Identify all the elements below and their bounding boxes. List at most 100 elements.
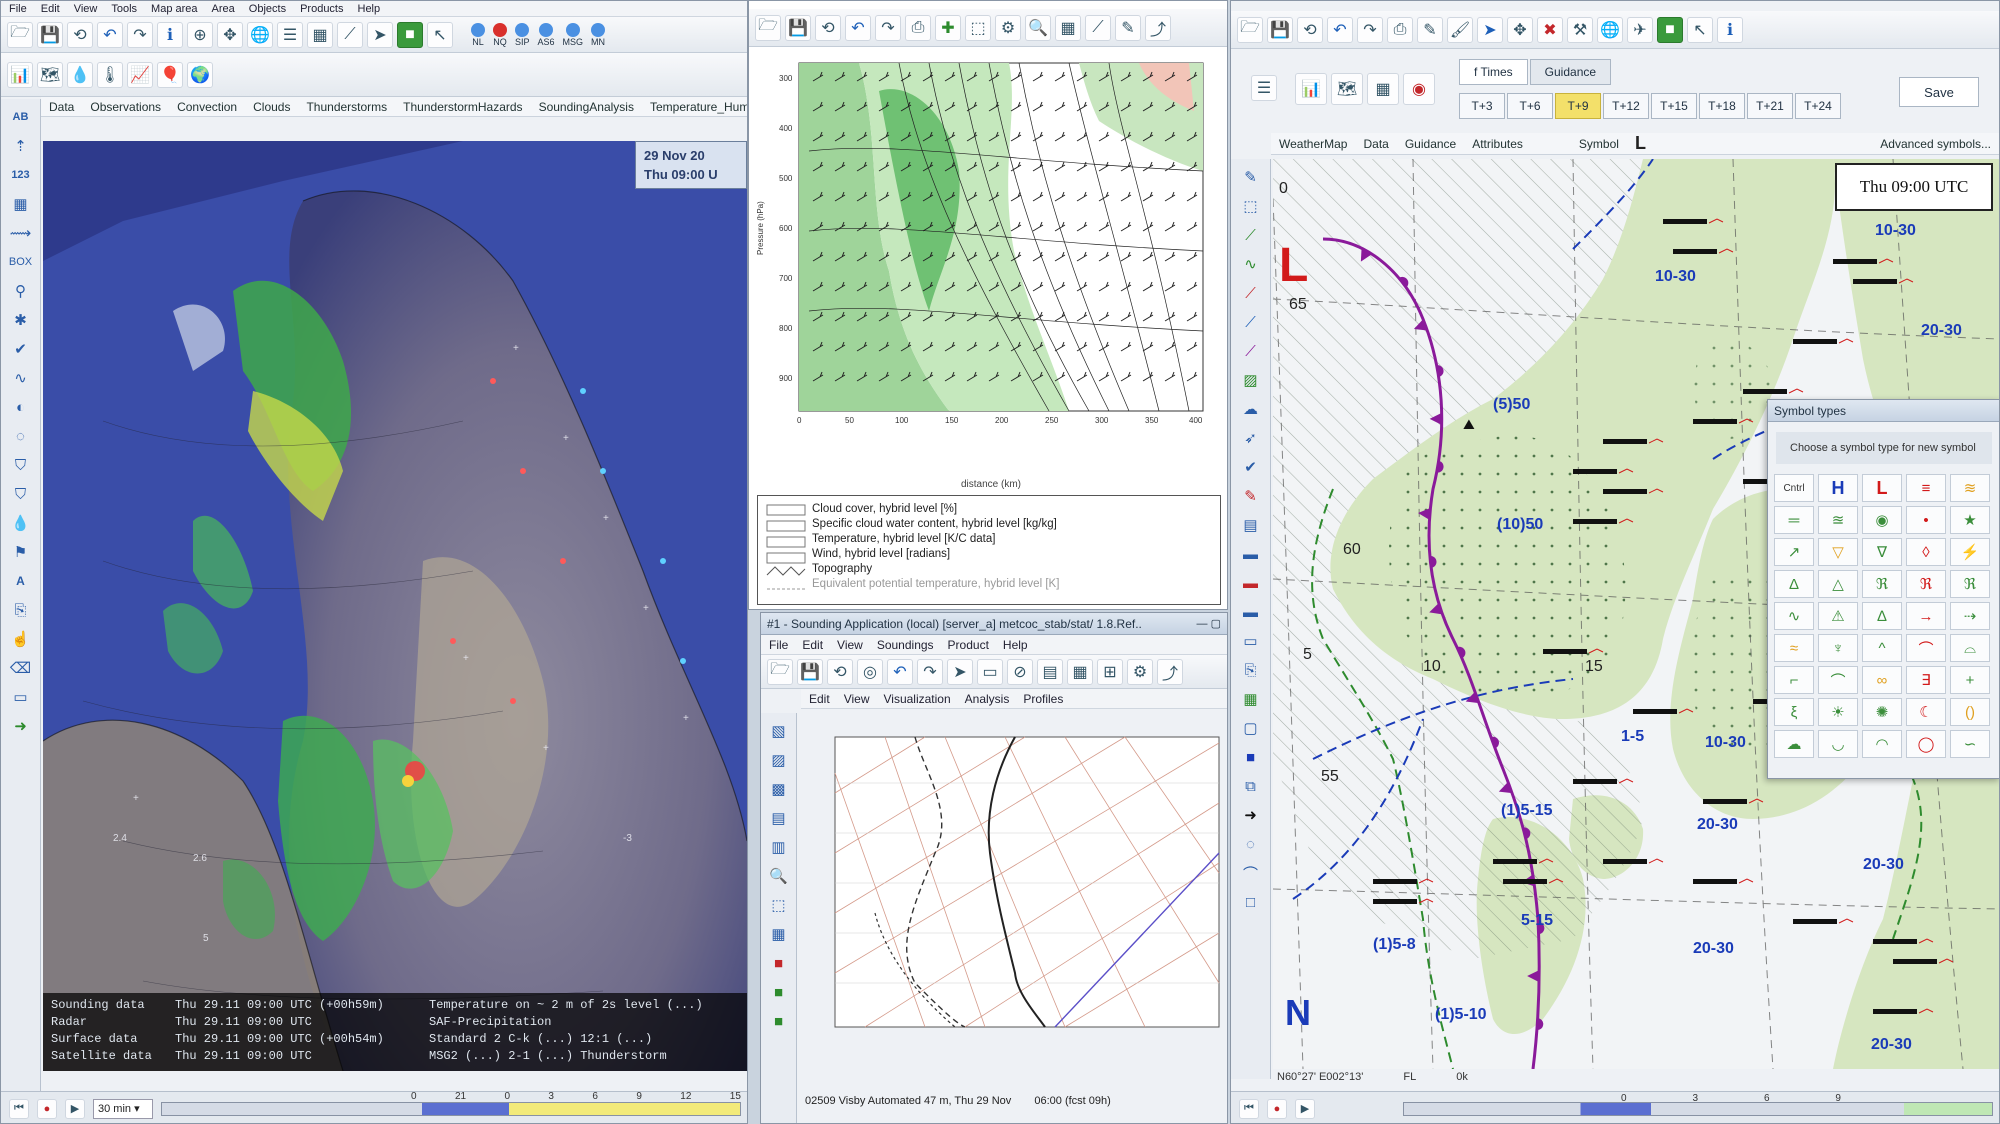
snd-table-icon[interactable]: ⊞ bbox=[1097, 658, 1123, 685]
wm-tool-fill-icon[interactable]: ■ bbox=[1237, 745, 1265, 769]
product-icon-3[interactable]: 💧 bbox=[67, 61, 93, 88]
cs-zoom-icon[interactable]: 🔍 bbox=[1025, 14, 1051, 41]
snd-export-icon[interactable]: ⤴ bbox=[1157, 658, 1183, 685]
cs-grid-icon[interactable]: ▦ bbox=[1055, 14, 1081, 41]
globe-icon[interactable]: 🌐 bbox=[247, 21, 273, 48]
wm-fly-icon[interactable]: ✈ bbox=[1627, 16, 1653, 43]
wm-pen-icon[interactable]: ✎ bbox=[1417, 16, 1443, 43]
snd-save-icon[interactable]: 💾 bbox=[797, 658, 823, 685]
tool-circle-icon[interactable]: ◌ bbox=[7, 424, 35, 448]
open-icon[interactable]: 🗁 bbox=[7, 21, 33, 48]
undo-icon[interactable]: ↶ bbox=[97, 21, 123, 48]
tool-pin-icon[interactable]: ⚲ bbox=[7, 279, 35, 303]
symbol-cell[interactable]: ∇ bbox=[1862, 538, 1902, 566]
snd-submenu-visualization[interactable]: Visualization bbox=[883, 692, 950, 706]
time-tab-0[interactable]: f Times bbox=[1459, 59, 1528, 85]
snd-submenu-view[interactable]: View bbox=[844, 692, 870, 706]
tab-observations[interactable]: Observations bbox=[90, 100, 161, 114]
menu-item-view[interactable]: View bbox=[74, 3, 98, 15]
symbol-cell[interactable]: ^ bbox=[1862, 634, 1902, 662]
cs-open-icon[interactable]: 🗁 bbox=[755, 14, 781, 41]
symbol-cell[interactable]: ▽ bbox=[1818, 538, 1858, 566]
symbol-cell[interactable]: ☾ bbox=[1906, 698, 1946, 726]
right-tab-guidance[interactable]: Guidance bbox=[1405, 137, 1456, 151]
menu-item-products[interactable]: Products bbox=[300, 3, 343, 15]
redo-icon[interactable]: ↷ bbox=[127, 21, 153, 48]
tool-check-icon[interactable]: ✔ bbox=[7, 337, 35, 361]
menu-item-map-area[interactable]: Map area bbox=[151, 3, 197, 15]
symbol-cell[interactable]: ◠ bbox=[1862, 730, 1902, 758]
right-tab-attributes[interactable]: Attributes bbox=[1472, 137, 1523, 151]
snd-zoom-icon[interactable]: 🔍 bbox=[765, 864, 793, 888]
wm-pan-icon[interactable]: ✥ bbox=[1507, 16, 1533, 43]
mode-indicator-nl[interactable]: NL bbox=[471, 22, 485, 47]
symbol-cell[interactable]: ⌒ bbox=[1818, 666, 1858, 694]
wm-tool-lasso-icon[interactable]: ◌ bbox=[1237, 832, 1265, 856]
wm-info-icon[interactable]: ℹ bbox=[1717, 16, 1743, 43]
product-icon-5[interactable]: 📈 bbox=[127, 61, 153, 88]
tool-pointer-icon[interactable]: ☝ bbox=[7, 627, 35, 651]
wm-tool-pen-icon[interactable]: ✎ bbox=[1237, 484, 1265, 508]
symbol-cell[interactable]: H bbox=[1818, 474, 1858, 502]
symbol-cell[interactable]: ⌒ bbox=[1906, 634, 1946, 662]
wm-tool-front2-icon[interactable]: ⟋ bbox=[1237, 310, 1265, 334]
symbol-cell[interactable]: ∃ bbox=[1906, 666, 1946, 694]
snd-menu-edit[interactable]: Edit bbox=[802, 638, 823, 652]
wm-prod3-icon[interactable]: ▦ bbox=[1367, 73, 1399, 105]
cs-refresh-icon[interactable]: ⟲ bbox=[815, 14, 841, 41]
tab-clouds[interactable]: Clouds bbox=[253, 100, 290, 114]
tool-ab-icon[interactable]: AB bbox=[7, 105, 35, 129]
wm-tool-cursor-icon[interactable]: ✎ bbox=[1237, 165, 1265, 189]
time-step-tplus3[interactable]: T+3 bbox=[1459, 93, 1505, 119]
symbol-cell[interactable]: ≊ bbox=[1818, 506, 1858, 534]
symbol-cell[interactable]: ξ bbox=[1774, 698, 1814, 726]
menu-item-tools[interactable]: Tools bbox=[111, 3, 137, 15]
wm-tool-blank-icon[interactable]: □ bbox=[1237, 890, 1265, 914]
tool-wind-icon[interactable]: ⟿ bbox=[7, 221, 35, 245]
wm-undo-icon[interactable]: ↶ bbox=[1327, 16, 1353, 43]
cs-tool-icon[interactable]: ✎ bbox=[1115, 14, 1141, 41]
refresh-icon[interactable]: ⟲ bbox=[67, 21, 93, 48]
tool-shield-icon[interactable]: ⛉ bbox=[7, 453, 35, 477]
cs-export-icon[interactable]: ⤴ bbox=[1145, 14, 1171, 41]
cs-settings-icon[interactable]: ⚙ bbox=[995, 14, 1021, 41]
layers-icon[interactable]: ☰ bbox=[277, 21, 303, 48]
menu-item-file[interactable]: File bbox=[9, 3, 27, 15]
cs-measure-icon[interactable]: ⟋ bbox=[1085, 14, 1111, 41]
wm-tool-frame-icon[interactable]: ▢ bbox=[1237, 716, 1265, 740]
save-button[interactable]: Save bbox=[1899, 77, 1979, 107]
wm-open-icon[interactable]: 🗁 bbox=[1237, 16, 1263, 43]
wm-tool-check-icon[interactable]: ✔ bbox=[1237, 455, 1265, 479]
skew-t-diagram[interactable] bbox=[805, 733, 1225, 1043]
time-step-tplus24[interactable]: T+24 bbox=[1795, 93, 1841, 119]
tab-data[interactable]: Data bbox=[49, 100, 74, 114]
snd-redo-icon[interactable]: ↷ bbox=[917, 658, 943, 685]
tab-soundinganalysis[interactable]: SoundingAnalysis bbox=[539, 100, 634, 114]
time-step-tplus12[interactable]: T+12 bbox=[1603, 93, 1649, 119]
right-tab-data[interactable]: Data bbox=[1363, 137, 1388, 151]
wm-tool-icon[interactable]: ⚒ bbox=[1567, 16, 1593, 43]
measure-icon[interactable]: ⟋ bbox=[337, 21, 363, 48]
wm-tool-copy-icon[interactable]: ⎘ bbox=[1237, 658, 1265, 682]
wm-arrow-icon[interactable]: ➤ bbox=[1477, 16, 1503, 43]
symbol-cell[interactable]: ✺ bbox=[1862, 698, 1902, 726]
interval-select[interactable]: 30 min ▾ bbox=[93, 1098, 153, 1119]
grid-icon[interactable]: ▦ bbox=[307, 21, 333, 48]
wm-tool-layers-icon[interactable]: ⧉ bbox=[1237, 774, 1265, 798]
tool-monitor-icon[interactable]: ▭ bbox=[7, 685, 35, 709]
wm-tool-front-icon[interactable]: ⟋ bbox=[1237, 281, 1265, 305]
symbol-cell[interactable]: () bbox=[1950, 698, 1990, 726]
mode-indicator-mn[interactable]: MN bbox=[591, 22, 606, 47]
symbol-cell[interactable]: ⌐ bbox=[1774, 666, 1814, 694]
play-back-icon[interactable]: ⏮ bbox=[9, 1098, 29, 1119]
wm-play-back-icon[interactable]: ⏮ bbox=[1239, 1098, 1259, 1119]
product-icon-1[interactable]: 📊 bbox=[7, 61, 33, 88]
record-icon[interactable]: ● bbox=[37, 1098, 57, 1119]
tool-curve-icon[interactable]: ∿ bbox=[7, 366, 35, 390]
tab-temperature_hum[interactable]: Temperature_Hum bbox=[650, 100, 747, 114]
wm-cursor-icon[interactable]: ↖ bbox=[1687, 16, 1713, 43]
symbol-cell[interactable]: ∿ bbox=[1774, 602, 1814, 630]
symbol-cell[interactable]: ⇢ bbox=[1950, 602, 1990, 630]
symbol-cell[interactable]: ⌓ bbox=[1950, 634, 1990, 662]
time-tab-1[interactable]: Guidance bbox=[1529, 59, 1612, 85]
